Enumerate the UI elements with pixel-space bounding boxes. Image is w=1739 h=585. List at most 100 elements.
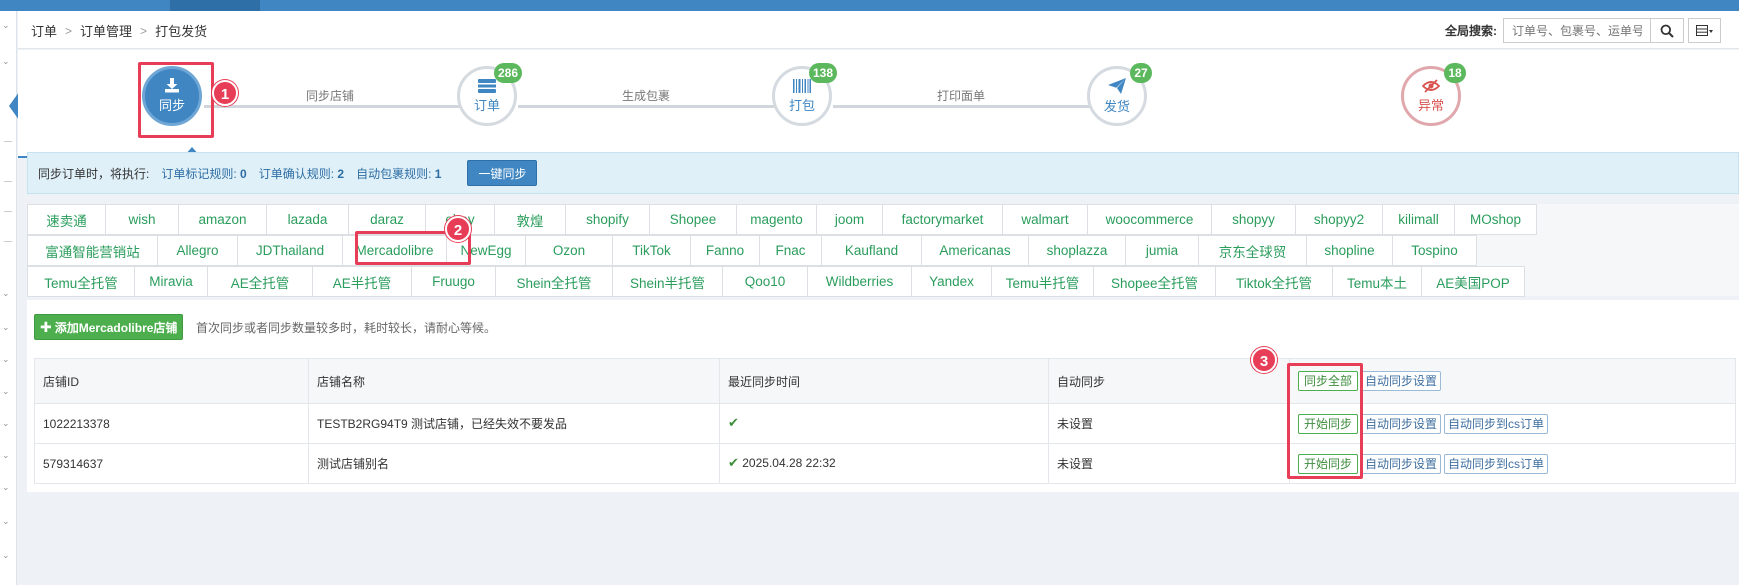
platform-tab[interactable]: Fruugo <box>412 266 496 297</box>
auto-sync-settings-button[interactable]: 自动同步设置 <box>1361 371 1442 391</box>
chevron-down-icon[interactable]: ⌄ <box>2 289 10 299</box>
last-sync-time: ✔ 2025.04.28 22:32 <box>719 443 1049 484</box>
platform-tab[interactable]: Temu本土 <box>1333 266 1422 297</box>
step-ship[interactable]: 发货 27 <box>1087 63 1152 126</box>
platform-tab[interactable]: Americanas <box>922 235 1029 266</box>
platform-tab[interactable]: TikTok <box>613 235 691 266</box>
platform-tab[interactable]: Qoo10 <box>723 266 808 297</box>
step-connector <box>833 105 1103 108</box>
platform-tab[interactable]: Temu半托管 <box>992 266 1094 297</box>
platform-tab[interactable]: shopify <box>566 204 650 235</box>
platform-tab[interactable]: amazon <box>179 204 267 235</box>
platform-tab[interactable]: wish <box>106 204 179 235</box>
store-id: 1022213378 <box>34 403 309 444</box>
chevron-down-icon[interactable]: ⌄ <box>2 419 10 429</box>
sync-rule-link[interactable]: 自动包裹规则: 1 <box>356 165 441 182</box>
breadcrumb-item[interactable]: 订单 <box>31 21 57 40</box>
platform-tab[interactable]: Miravia <box>135 266 208 297</box>
platform-tab[interactable]: factorymarket <box>883 204 1003 235</box>
top-navbar <box>0 0 1739 11</box>
chevron-down-icon[interactable]: ⌄ <box>2 387 10 397</box>
platform-tab[interactable]: Shopee全托管 <box>1094 266 1216 297</box>
platform-tab[interactable]: shoplazza <box>1029 235 1126 266</box>
platform-tab[interactable]: Shopee <box>650 204 737 235</box>
platform-tab[interactable]: Fanno <box>691 235 760 266</box>
platform-tab[interactable]: Allegro <box>158 235 238 266</box>
barcode-icon <box>793 78 811 93</box>
annotation-number: 1 <box>212 80 238 106</box>
one-click-sync-button[interactable]: 一键同步 <box>467 160 538 186</box>
chevron-down-icon[interactable]: ⌄ <box>2 57 10 67</box>
search-button[interactable] <box>1651 18 1684 43</box>
chevron-down-icon[interactable]: ⌄ <box>2 551 10 561</box>
platform-tab[interactable]: AE美国POP <box>1422 266 1525 297</box>
sync-rule-link[interactable]: 订单标记规则: 0 <box>161 165 246 182</box>
step-exception[interactable]: 异常 18 <box>1401 63 1466 126</box>
chevron-down-icon[interactable]: ⌄ <box>2 323 10 333</box>
column-toggle-button[interactable] <box>1688 18 1721 43</box>
platform-tab[interactable]: shopline <box>1307 235 1393 266</box>
sync-hint: 首次同步或者同步数量较多时，耗时较长，请耐心等候。 <box>196 321 497 335</box>
breadcrumb-separator-icon: > <box>140 23 148 38</box>
search-icon <box>1660 24 1674 38</box>
process-steps: 同步店铺 生成包裹 打印面单 同步 订单 286 打包 138 发货 27 异常… <box>18 50 1739 158</box>
store-name: TESTB2RG94T9 测试店铺，已经失效不要发品 <box>308 403 720 444</box>
platform-tab[interactable]: shopyy2 <box>1296 204 1383 235</box>
platform-tab[interactable]: Wildberries <box>808 266 912 297</box>
global-search: 全局搜索: <box>1445 18 1721 43</box>
auto-sync-to-cs-button[interactable]: 自动同步到cs订单 <box>1444 413 1549 434</box>
breadcrumb-item[interactable]: 订单管理 <box>80 21 132 40</box>
table-row: 579314637 测试店铺别名 ✔ 2025.04.28 22:32 未设置 … <box>34 443 1736 484</box>
platform-tab[interactable]: Fnac <box>760 235 822 266</box>
platform-tab[interactable]: shopyy <box>1212 204 1296 235</box>
platform-tab[interactable]: JDThailand <box>238 235 343 266</box>
platform-tab[interactable]: AE半托管 <box>313 266 412 297</box>
sync-rule-link[interactable]: 订单确认规则: 2 <box>259 165 344 182</box>
step-connector-label: 打印面单 <box>937 89 986 103</box>
paper-plane-icon <box>1108 77 1126 94</box>
breadcrumb-item: 打包发货 <box>155 24 208 39</box>
platform-tab[interactable]: Kaufland <box>822 235 922 266</box>
platform-tab[interactable]: Shein半托管 <box>613 266 723 297</box>
step-label: 订单 <box>473 97 500 113</box>
platform-tab[interactable]: Yandex <box>912 266 992 297</box>
auto-sync-settings-button[interactable]: 自动同步设置 <box>1361 413 1442 434</box>
platform-tab[interactable]: magento <box>737 204 817 235</box>
platform-tab[interactable]: joom <box>817 204 883 235</box>
platform-tab[interactable]: Temu全托管 <box>27 266 135 297</box>
platform-tab[interactable]: 富通智能营销站 <box>27 235 158 266</box>
step-pack[interactable]: 打包 138 <box>772 63 837 126</box>
step-connector <box>204 105 474 108</box>
column-header: 店铺名称 <box>308 358 720 404</box>
step-order[interactable]: 订单 286 <box>457 63 522 126</box>
platform-tab[interactable]: Ozon <box>526 235 613 266</box>
eye-slash-icon <box>1422 78 1440 93</box>
chevron-down-icon[interactable]: ⌄ <box>2 517 10 527</box>
platform-tab[interactable]: Shein全托管 <box>496 266 613 297</box>
platform-tab[interactable]: AE全托管 <box>208 266 313 297</box>
top-navbar-active-item[interactable] <box>170 0 260 11</box>
chevron-down-icon[interactable]: ⌄ <box>2 355 10 365</box>
platform-tab[interactable]: 敦煌 <box>495 204 566 235</box>
platform-tab[interactable]: Tiktok全托管 <box>1216 266 1333 297</box>
column-header: 店铺ID <box>34 358 309 404</box>
add-store-button[interactable]: ✚ 添加Mercadolibre店铺 <box>34 314 184 340</box>
platform-tab[interactable]: walmart <box>1003 204 1088 235</box>
platform-tab[interactable]: woocommerce <box>1088 204 1212 235</box>
platform-tab[interactable]: MOshop <box>1455 204 1537 235</box>
auto-sync-settings-button[interactable]: 自动同步设置 <box>1361 453 1442 474</box>
column-header: 最近同步时间 <box>719 358 1049 404</box>
auto-sync-to-cs-button[interactable]: 自动同步到cs订单 <box>1444 453 1549 474</box>
chevron-down-icon[interactable]: ⌄ <box>2 483 10 493</box>
chevron-down-icon[interactable]: ⌄ <box>2 21 10 31</box>
global-search-input[interactable] <box>1503 18 1651 43</box>
platform-tab[interactable]: lazada <box>267 204 349 235</box>
annotation-number: 3 <box>1251 347 1277 373</box>
chevron-down-icon[interactable]: ⌄ <box>2 451 10 461</box>
platform-tab[interactable]: jumia <box>1126 235 1199 266</box>
plus-icon: ✚ <box>40 318 52 335</box>
platform-tab[interactable]: 京东全球贸 <box>1199 235 1307 266</box>
platform-tab[interactable]: kilimall <box>1383 204 1455 235</box>
platform-tab[interactable]: 速卖通 <box>27 204 106 235</box>
platform-tab[interactable]: Tospino <box>1393 235 1477 266</box>
